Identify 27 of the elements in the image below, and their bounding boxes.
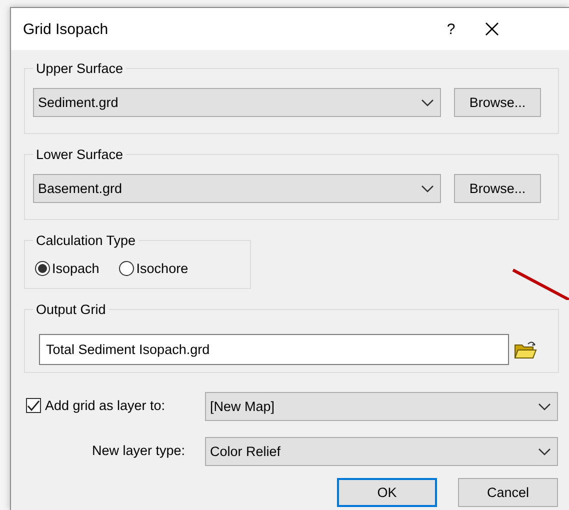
checkbox[interactable] — [26, 398, 41, 413]
dropdown-field[interactable]: Color Relief — [205, 437, 558, 466]
browse-button[interactable]: Browse... — [454, 174, 541, 203]
chevron-down-icon — [421, 98, 434, 106]
radio-button[interactable] — [35, 261, 50, 276]
input-field[interactable]: Total Sediment Isopach.grd — [39, 334, 509, 365]
group-label: Calculation Type — [33, 232, 139, 250]
chevron-down-icon — [538, 448, 551, 456]
window-title: Grid Isopach — [23, 20, 110, 38]
dialog-button[interactable]: Cancel — [458, 478, 558, 507]
help-button[interactable]: ? — [437, 20, 465, 38]
radio-label: Isochore — [136, 261, 188, 276]
close-icon[interactable] — [485, 22, 499, 36]
group-label: Output Grid — [33, 301, 109, 319]
dialog-button[interactable]: OK — [337, 478, 437, 507]
group-label: Upper Surface — [33, 60, 126, 78]
folder-icon[interactable] — [514, 340, 537, 360]
radio-label: Isopach — [52, 261, 100, 276]
chevron-down-icon — [421, 184, 434, 192]
dropdown-field[interactable]: [New Map] — [205, 392, 558, 421]
radio-button[interactable] — [119, 261, 134, 276]
dropdown-field[interactable]: Basement.grd — [33, 174, 441, 203]
checkbox-label: Add grid as layer to: — [45, 398, 166, 413]
browse-button[interactable]: Browse... — [454, 88, 541, 117]
dropdown-field[interactable]: Sediment.grd — [33, 88, 441, 117]
chevron-down-icon — [538, 402, 551, 410]
field-label: New layer type: — [90, 443, 186, 458]
